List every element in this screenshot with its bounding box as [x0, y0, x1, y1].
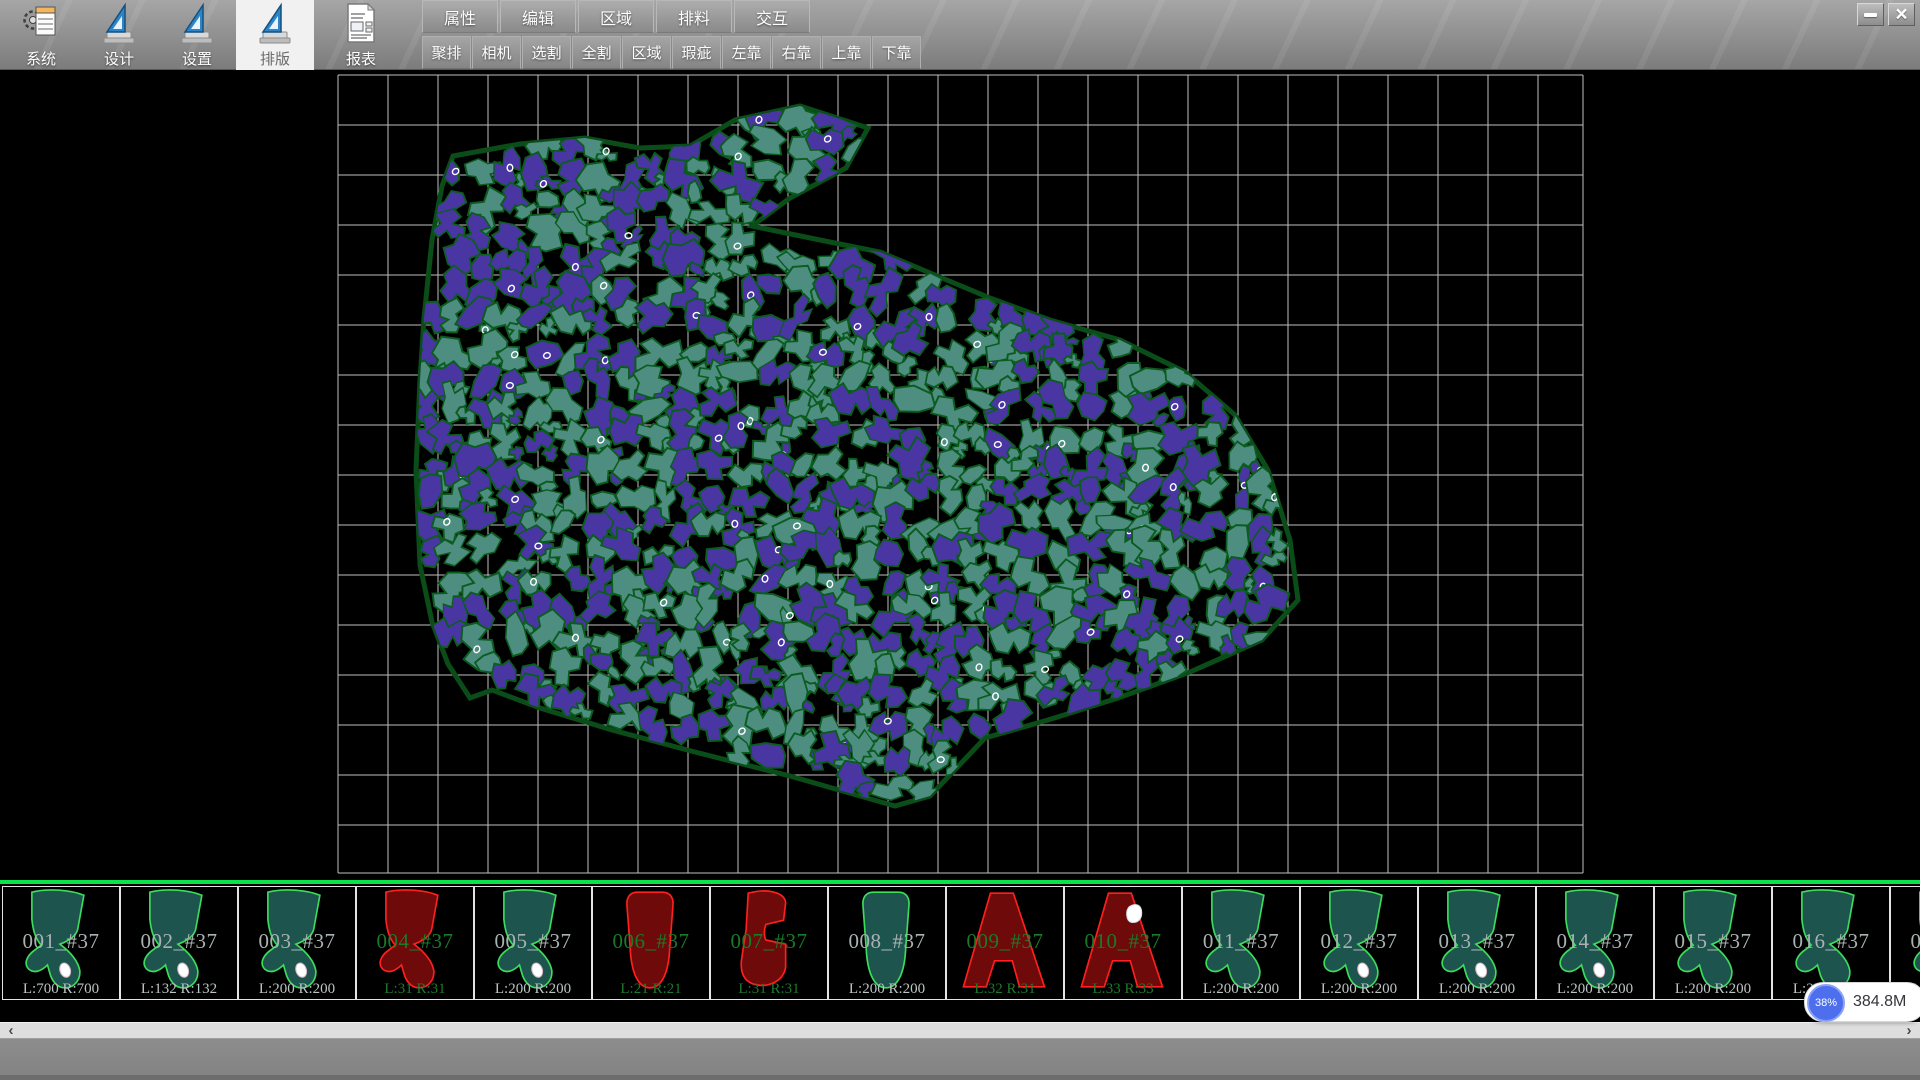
menu-tab-5[interactable]: 交互 [734, 0, 810, 33]
nesting-canvas[interactable] [0, 70, 1920, 880]
part-thumbnail-8[interactable]: 008_#37L:200 R:200 [828, 886, 946, 1000]
tool-button-4[interactable]: 全割 [572, 36, 621, 69]
progress-percent: 38% [1815, 997, 1837, 1009]
nesting-workspace[interactable] [0, 70, 1920, 880]
tool-button-1[interactable]: 聚排 [422, 36, 471, 69]
part-shape [950, 888, 1060, 992]
part-shape [1068, 888, 1178, 992]
tool-button-10[interactable]: 下靠 [872, 36, 921, 69]
tool-button-7[interactable]: 左靠 [722, 36, 771, 69]
app-button-4[interactable]: 排版 [236, 0, 314, 70]
design-ruler-icon [99, 2, 139, 51]
app-mode-buttons: 系统 设计 设置 排版 报表 [2, 0, 400, 70]
horizontal-scrollbar[interactable]: ‹ › [0, 1022, 1920, 1038]
menu-tab-4[interactable]: 排料 [656, 0, 732, 33]
part-shape [1776, 888, 1886, 992]
app-button-label: 设计 [104, 51, 134, 68]
tool-button-2[interactable]: 相机 [472, 36, 521, 69]
part-thumbnail-5[interactable]: 005_#37L:200 R:200 [474, 886, 592, 1000]
part-thumbnail-2[interactable]: 002_#37L:132 R:132 [120, 886, 238, 1000]
part-shape [1540, 888, 1650, 992]
part-shape [1304, 888, 1414, 992]
main-toolbar: 系统设计设置排版报表 属性编辑区域排料交互 聚排相机选割全割区域瑕疵左靠右靠上靠… [0, 0, 1920, 70]
part-shape [6, 888, 116, 992]
part-shape [1894, 888, 1920, 992]
report-doc-icon [341, 2, 381, 51]
nested-pieces [403, 95, 1292, 809]
strip-gap [0, 1002, 1920, 1022]
part-thumbnail-15[interactable]: 015_#37L:200 R:200 [1654, 886, 1772, 1000]
part-thumbnail-11[interactable]: 011_#37L:200 R:200 [1182, 886, 1300, 1000]
part-thumbnail-6[interactable]: 006_#37L:21 R:21 [592, 886, 710, 1000]
part-thumbnail-14[interactable]: 014_#37L:200 R:200 [1536, 886, 1654, 1000]
part-thumbnail-4[interactable]: 004_#37L:31 R:31 [356, 886, 474, 1000]
part-shape [1186, 888, 1296, 992]
part-thumbnail-12[interactable]: 012_#37L:200 R:200 [1300, 886, 1418, 1000]
tool-button-5[interactable]: 区域 [622, 36, 671, 69]
tool-button-row: 聚排相机选割全割区域瑕疵左靠右靠上靠下靠 [422, 36, 922, 69]
part-thumbnail-7[interactable]: 007_#37L:31 R:31 [710, 886, 828, 1000]
tool-button-6[interactable]: 瑕疵 [672, 36, 721, 69]
scroll-right-arrow[interactable]: › [1900, 1023, 1918, 1039]
part-thumbnail-1[interactable]: 001_#37L:700 R:700 [2, 886, 120, 1000]
app-button-3[interactable]: 设置 [158, 0, 236, 70]
menu-tab-2[interactable]: 编辑 [500, 0, 576, 33]
close-button[interactable]: × [1888, 3, 1915, 26]
download-progress-pill[interactable]: 38% 384.8M [1804, 982, 1920, 1022]
scroll-left-arrow[interactable]: ‹ [2, 1023, 20, 1039]
part-shape [360, 888, 470, 992]
minimize-button[interactable] [1857, 3, 1884, 26]
menu-tab-1[interactable]: 属性 [422, 0, 498, 33]
part-shape [1422, 888, 1532, 992]
app-button-label: 报表 [346, 51, 376, 68]
part-thumbnail-3[interactable]: 003_#37L:200 R:200 [238, 886, 356, 1000]
parts-thumbnail-strip: 001_#37L:700 R:700 002_#37L:132 R:132 00… [0, 884, 1920, 1002]
menu-tab-row: 属性编辑区域排料交互 [422, 0, 922, 33]
menu-area: 属性编辑区域排料交互 聚排相机选割全割区域瑕疵左靠右靠上靠下靠 [422, 0, 922, 69]
download-size-text: 384.8M [1853, 993, 1906, 1011]
part-thumbnail-10[interactable]: 010_#37L:33 R:33 [1064, 886, 1182, 1000]
app-button-label: 系统 [26, 51, 56, 68]
nesting-ruler-icon [255, 2, 295, 51]
part-shape [478, 888, 588, 992]
tool-button-3[interactable]: 选割 [522, 36, 571, 69]
app-button-1[interactable]: 系统 [2, 0, 80, 70]
part-shape [832, 888, 942, 992]
part-thumbnail-13[interactable]: 013_#37L:200 R:200 [1418, 886, 1536, 1000]
app-button-5[interactable]: 报表 [322, 0, 400, 70]
settings-ruler-icon [177, 2, 217, 51]
part-shape [714, 888, 824, 992]
minimize-icon [1864, 13, 1877, 17]
part-thumbnail-9[interactable]: 009_#37L:32 R:31 [946, 886, 1064, 1000]
app-button-label: 排版 [260, 51, 290, 68]
part-shape [242, 888, 352, 992]
tool-button-8[interactable]: 右靠 [772, 36, 821, 69]
tool-button-9[interactable]: 上靠 [822, 36, 871, 69]
part-shape [596, 888, 706, 992]
status-bar [0, 1038, 1920, 1080]
part-shape [124, 888, 234, 992]
progress-circle: 38% [1807, 984, 1845, 1022]
app-button-2[interactable]: 设计 [80, 0, 158, 70]
part-shape [1658, 888, 1768, 992]
close-icon: × [1895, 5, 1907, 25]
menu-tab-3[interactable]: 区域 [578, 0, 654, 33]
app-button-label: 设置 [182, 51, 212, 68]
system-gear-icon [21, 2, 61, 51]
